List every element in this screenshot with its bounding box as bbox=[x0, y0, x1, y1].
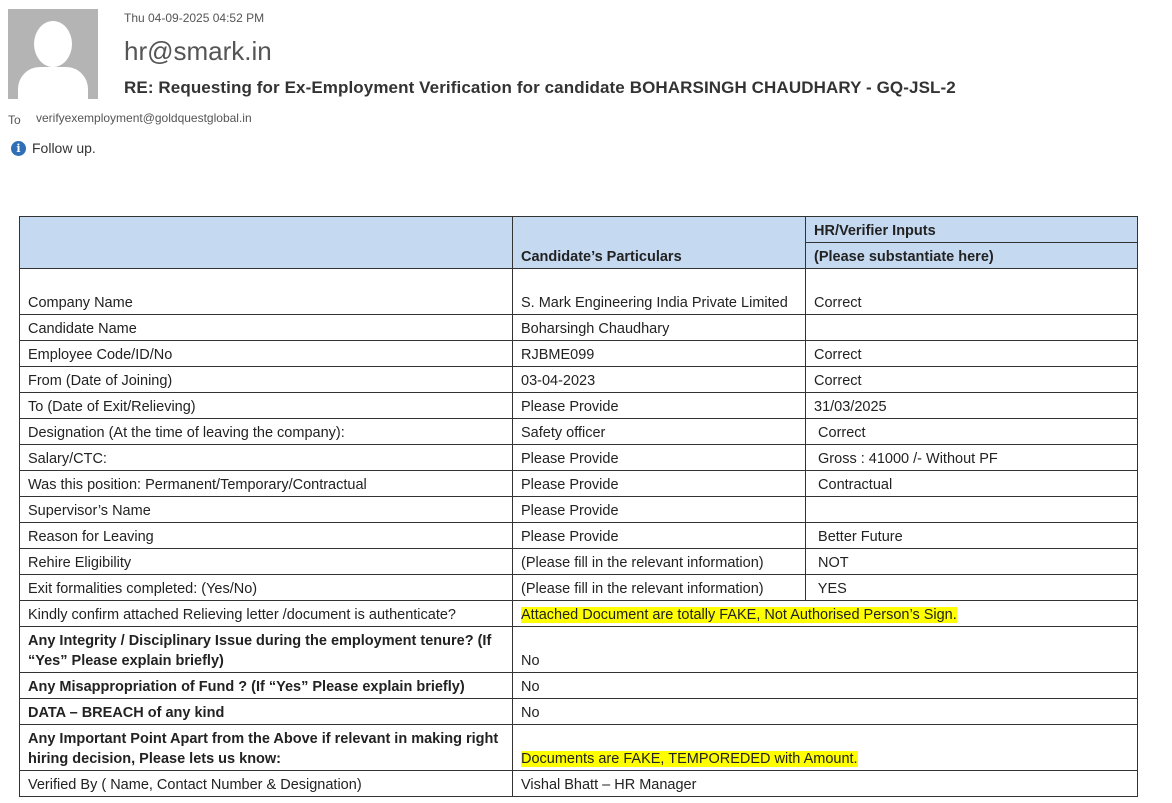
row-particular: (Please fill in the relevant information… bbox=[512, 574, 806, 601]
verification-table: Candidate’s Particulars HR/Verifier Inpu… bbox=[19, 216, 1138, 797]
row-value: Attached Document are totally FAKE, Not … bbox=[512, 600, 1138, 627]
row-value: Vishal Bhatt – HR Manager bbox=[512, 770, 1138, 797]
table-row: Was this position: Permanent/Temporary/C… bbox=[19, 470, 1138, 497]
row-label: Exit formalities completed: (Yes/No) bbox=[19, 574, 513, 601]
row-particular: Please Provide bbox=[512, 522, 806, 549]
row-particular: Please Provide bbox=[512, 470, 806, 497]
row-particular: Boharsingh Chaudhary bbox=[512, 314, 806, 341]
row-hr-input: Correct bbox=[805, 268, 1138, 315]
row-label: Candidate Name bbox=[19, 314, 513, 341]
row-label: Verified By ( Name, Contact Number & Des… bbox=[19, 770, 513, 797]
row-particular: RJBME099 bbox=[512, 340, 806, 367]
row-label: DATA – BREACH of any kind bbox=[19, 698, 513, 725]
table-row: Verified By ( Name, Contact Number & Des… bbox=[19, 770, 1138, 797]
table-row: Salary/CTC: Please Provide Gross : 41000 … bbox=[19, 444, 1138, 471]
table-row: Exit formalities completed: (Yes/No) (Ple… bbox=[19, 574, 1138, 601]
table-row: Rehire Eligibility (Please fill in the re… bbox=[19, 548, 1138, 575]
table-row: DATA – BREACH of any kind No bbox=[19, 698, 1138, 725]
row-label: To (Date of Exit/Relieving) bbox=[19, 392, 513, 419]
row-particular: Please Provide bbox=[512, 392, 806, 419]
header-hr-inputs: HR/Verifier Inputs bbox=[805, 216, 1138, 243]
row-hr-input bbox=[805, 314, 1138, 341]
header-candidate-particulars: Candidate’s Particulars bbox=[512, 216, 806, 269]
row-particular: 03-04-2023 bbox=[512, 366, 806, 393]
table-row: Reason for Leaving Please Provide Better … bbox=[19, 522, 1138, 549]
row-hr-input: YES bbox=[805, 574, 1138, 601]
sender-avatar bbox=[8, 9, 98, 99]
table-row: Designation (At the time of leaving the … bbox=[19, 418, 1138, 445]
row-value-text: No bbox=[521, 653, 540, 669]
email-date: Thu 04-09-2025 04:52 PM bbox=[124, 11, 265, 25]
row-label: Rehire Eligibility bbox=[19, 548, 513, 575]
row-hr-input: Correct bbox=[805, 418, 1138, 445]
row-particular: Please Provide bbox=[512, 496, 806, 523]
row-label: Any Integrity / Disciplinary Issue durin… bbox=[19, 626, 513, 673]
row-value-text: Vishal Bhatt – HR Manager bbox=[521, 777, 697, 793]
table-row: Employee Code/ID/No RJBME099 Correct bbox=[19, 340, 1138, 367]
email-subject: RE: Requesting for Ex-Employment Verific… bbox=[124, 78, 956, 97]
row-label: From (Date of Joining) bbox=[19, 366, 513, 393]
table-row: Any Misappropriation of Fund ? (If “Yes”… bbox=[19, 672, 1138, 699]
row-hr-input: Gross : 41000 /- Without PF bbox=[805, 444, 1138, 471]
row-label: Employee Code/ID/No bbox=[19, 340, 513, 367]
row-hr-input: NOT bbox=[805, 548, 1138, 575]
info-icon: i bbox=[11, 140, 26, 156]
row-label: Any Important Point Apart from the Above… bbox=[19, 724, 513, 771]
row-hr-input: Better Future bbox=[805, 522, 1138, 549]
table-header-row: Candidate’s Particulars HR/Verifier Inpu… bbox=[19, 216, 1138, 269]
row-value: Documents are FAKE, TEMPOREDED with Amou… bbox=[512, 724, 1138, 771]
table-row: Company Name S. Mark Engineering India Pr… bbox=[19, 268, 1138, 315]
row-label: Company Name bbox=[19, 268, 513, 315]
table-row: Candidate Name Boharsingh Chaudhary bbox=[19, 314, 1138, 341]
row-hr-input: 31/03/2025 bbox=[805, 392, 1138, 419]
row-hr-input: Contractual bbox=[805, 470, 1138, 497]
row-hr-input: Correct bbox=[805, 340, 1138, 367]
header-blank bbox=[19, 216, 513, 269]
row-value-text: Attached Document are totally FAKE, Not … bbox=[521, 607, 957, 623]
row-hr-input bbox=[805, 496, 1138, 523]
to-label: To bbox=[8, 113, 21, 127]
recipient-address[interactable]: verifyexemployment@goldquestglobal.in bbox=[36, 111, 252, 125]
row-value-text: No bbox=[521, 679, 540, 695]
table-row: To (Date of Exit/Relieving) Please Provid… bbox=[19, 392, 1138, 419]
sender-address[interactable]: hr@smark.in bbox=[124, 36, 272, 67]
row-label: Was this position: Permanent/Temporary/C… bbox=[19, 470, 513, 497]
table-row: Supervisor’s Name Please Provide bbox=[19, 496, 1138, 523]
info-bar: i Follow up. bbox=[11, 140, 96, 156]
row-value: No bbox=[512, 698, 1138, 725]
table-row: Kindly confirm attached Relieving letter… bbox=[19, 600, 1138, 627]
header-substantiate: (Please substantiate here) bbox=[805, 242, 1138, 269]
row-value: No bbox=[512, 626, 1138, 673]
row-value-text: No bbox=[521, 705, 540, 721]
row-particular: Please Provide bbox=[512, 444, 806, 471]
row-label: Reason for Leaving bbox=[19, 522, 513, 549]
row-label: Supervisor’s Name bbox=[19, 496, 513, 523]
table-row: Any Important Point Apart from the Above… bbox=[19, 724, 1138, 771]
table-row: From (Date of Joining) 03-04-2023 Correct bbox=[19, 366, 1138, 393]
row-particular: (Please fill in the relevant information… bbox=[512, 548, 806, 575]
table-row: Any Integrity / Disciplinary Issue durin… bbox=[19, 626, 1138, 673]
row-label: Salary/CTC: bbox=[19, 444, 513, 471]
row-label: Designation (At the time of leaving the … bbox=[19, 418, 513, 445]
info-text: Follow up. bbox=[32, 140, 96, 156]
row-particular: Safety officer bbox=[512, 418, 806, 445]
row-label: Any Misappropriation of Fund ? (If “Yes”… bbox=[19, 672, 513, 699]
row-hr-input: Correct bbox=[805, 366, 1138, 393]
row-value-text: Documents are FAKE, TEMPOREDED with Amou… bbox=[521, 751, 858, 767]
row-particular: S. Mark Engineering India Private Limite… bbox=[512, 268, 806, 315]
row-label: Kindly confirm attached Relieving letter… bbox=[19, 600, 513, 627]
row-value: No bbox=[512, 672, 1138, 699]
